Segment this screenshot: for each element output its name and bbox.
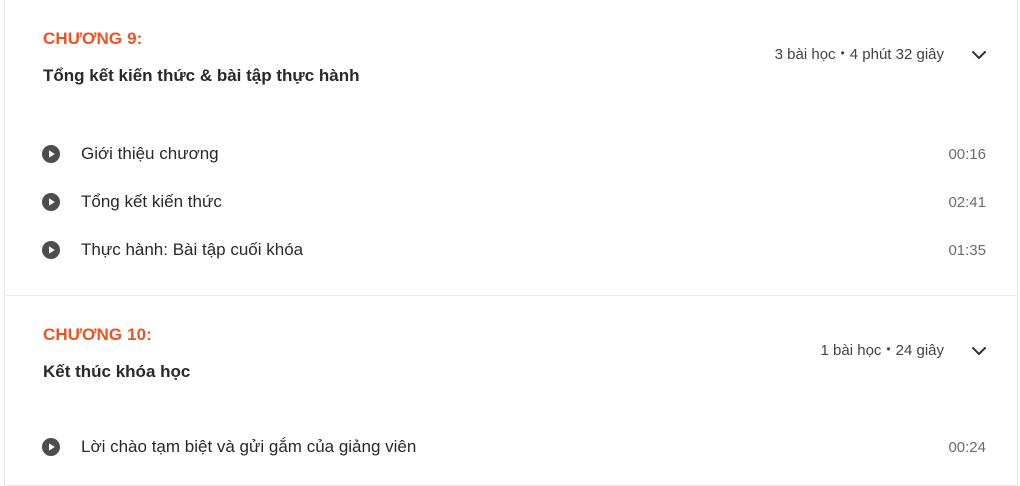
course-curriculum-panel: CHƯƠNG 9: Tổng kết kiến thức & bài tập t…	[4, 0, 1018, 486]
play-circle-icon	[42, 241, 60, 259]
lesson-title: Thực hành: Bài tập cuối khóa	[81, 240, 304, 259]
lesson-duration: 00:16	[948, 146, 986, 163]
play-circle-icon	[42, 145, 60, 163]
chapter-meta: 3 bài học • 4 phút 32 giây	[775, 46, 944, 63]
lesson-title: Giới thiệu chương	[81, 144, 219, 163]
lesson-item[interactable]: Giới thiệu chương 00:16	[5, 134, 1017, 174]
chapter-title: Kết thúc khóa học	[43, 362, 191, 381]
play-circle-icon	[42, 193, 60, 211]
lesson-duration: 01:35	[948, 242, 986, 259]
chapter-lesson-count: 3 bài học	[774, 46, 836, 63]
chapter-header[interactable]: CHƯƠNG 9: Tổng kết kiến thức & bài tập t…	[5, 0, 1017, 110]
chapter-duration: 24 giây	[895, 342, 944, 359]
chapter-number: CHƯƠNG 10:	[43, 325, 152, 344]
lesson-title: Lời chào tạm biệt và gửi gắm của giảng v…	[81, 437, 417, 456]
chapter-meta: 1 bài học • 24 giây	[821, 342, 944, 359]
chapter-section: CHƯƠNG 10: Kết thúc khóa học 1 bài học • 2…	[5, 295, 1017, 485]
lesson-title: Tổng kết kiến thức	[81, 192, 222, 211]
lesson-duration: 00:24	[948, 439, 986, 456]
chapter-header[interactable]: CHƯƠNG 10: Kết thúc khóa học 1 bài học • 2…	[5, 296, 1017, 406]
chevron-down-icon[interactable]	[971, 345, 987, 357]
lesson-item[interactable]: Thực hành: Bài tập cuối khóa 01:35	[5, 230, 1017, 270]
lesson-item[interactable]: Tổng kết kiến thức 02:41	[5, 182, 1017, 222]
chapter-title: Tổng kết kiến thức & bài tập thực hành	[43, 66, 360, 85]
chevron-down-icon[interactable]	[971, 49, 987, 61]
chapter-number: CHƯƠNG 9:	[43, 29, 143, 48]
chapter-section: CHƯƠNG 9: Tổng kết kiến thức & bài tập t…	[5, 0, 1017, 295]
play-circle-icon	[42, 438, 60, 456]
chapter-lesson-count: 1 bài học	[820, 342, 882, 359]
chapter-duration: 4 phút 32 giây	[849, 46, 944, 63]
lesson-item[interactable]: Lời chào tạm biệt và gửi gắm của giảng v…	[5, 427, 1017, 467]
meta-separator: •	[840, 46, 845, 60]
meta-separator: •	[886, 342, 891, 356]
lesson-duration: 02:41	[948, 194, 986, 211]
